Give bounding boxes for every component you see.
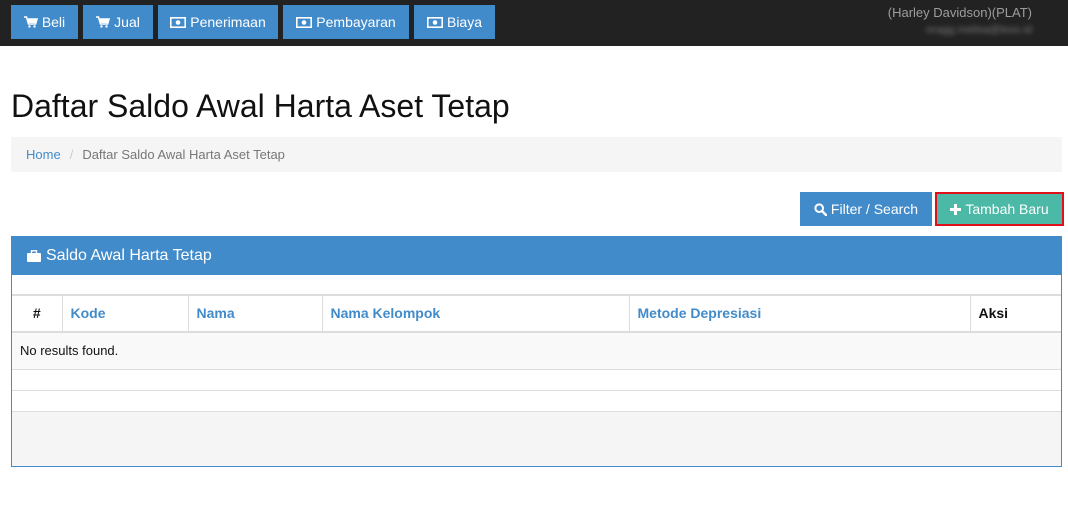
cart-icon <box>96 16 111 28</box>
panel-body: # Kode Nama Nama Kelompok Metode Depresi… <box>12 275 1061 412</box>
user-info[interactable]: (Harley Davidson)(PLAT) oragg.melisa@lex… <box>888 5 1032 36</box>
nav-penerimaan-label: Penerimaan <box>190 14 266 30</box>
page-title: Daftar Saldo Awal Harta Aset Tetap <box>11 88 510 124</box>
table-footer-row <box>12 369 1061 391</box>
table-row: No results found. <box>12 331 1061 370</box>
nav-jual-label: Jual <box>114 14 140 30</box>
column-header-aksi: Aksi <box>970 295 1061 333</box>
table-header-row: # Kode Nama Nama Kelompok Metode Depresi… <box>12 295 1061 333</box>
empty-results-text: No results found. <box>12 331 1061 370</box>
user-email: oragg.melisa@lexo.id <box>926 24 1032 36</box>
column-header-metode-depresiasi[interactable]: Metode Depresiasi <box>629 295 971 333</box>
nav-biaya-button[interactable]: Biaya <box>414 5 495 39</box>
nav-biaya-label: Biaya <box>446 14 483 30</box>
nav-pembayaran-label: Pembayaran <box>316 14 396 30</box>
breadcrumb-current: Daftar Saldo Awal Harta Aset Tetap <box>82 147 285 162</box>
briefcase-icon <box>27 250 41 262</box>
asset-panel: Saldo Awal Harta Tetap # Kode Nama Nama … <box>11 236 1062 467</box>
filter-search-label: Filter / Search <box>830 201 919 217</box>
user-name: (Harley Davidson)(PLAT) <box>887 5 1032 20</box>
panel-heading: Saldo Awal Harta Tetap <box>12 237 1061 275</box>
column-header-number: # <box>12 295 63 333</box>
nav-beli-button[interactable]: Beli <box>11 5 78 39</box>
breadcrumb-separator: / <box>69 147 74 162</box>
nav-penerimaan-button[interactable]: Penerimaan <box>158 5 278 39</box>
search-icon <box>814 202 827 216</box>
table-footer-row <box>12 390 1061 412</box>
column-header-nama-kelompok[interactable]: Nama Kelompok <box>322 295 630 333</box>
top-navbar: Beli Jual Penerimaan Pembayaran Biaya (H… <box>0 0 1068 46</box>
money-icon <box>296 16 313 28</box>
column-header-kode[interactable]: Kode <box>62 295 189 333</box>
breadcrumb: Home / Daftar Saldo Awal Harta Aset Teta… <box>11 137 1062 172</box>
nav-beli-label: Beli <box>41 14 66 30</box>
add-new-button[interactable]: Tambah Baru <box>935 192 1064 226</box>
nav-jual-button[interactable]: Jual <box>83 5 153 39</box>
plus-icon <box>950 203 962 215</box>
table-toolbar-row <box>12 275 1061 295</box>
filter-search-button[interactable]: Filter / Search <box>800 192 932 226</box>
panel-title: Saldo Awal Harta Tetap <box>46 247 212 264</box>
asset-table: # Kode Nama Nama Kelompok Metode Depresi… <box>12 295 1061 370</box>
nav-pembayaran-button[interactable]: Pembayaran <box>283 5 409 39</box>
money-icon <box>426 16 443 28</box>
money-icon <box>170 16 187 28</box>
add-new-label: Tambah Baru <box>965 201 1049 217</box>
column-header-nama[interactable]: Nama <box>188 295 323 333</box>
breadcrumb-home-link[interactable]: Home <box>26 147 61 162</box>
cart-icon <box>23 16 38 28</box>
